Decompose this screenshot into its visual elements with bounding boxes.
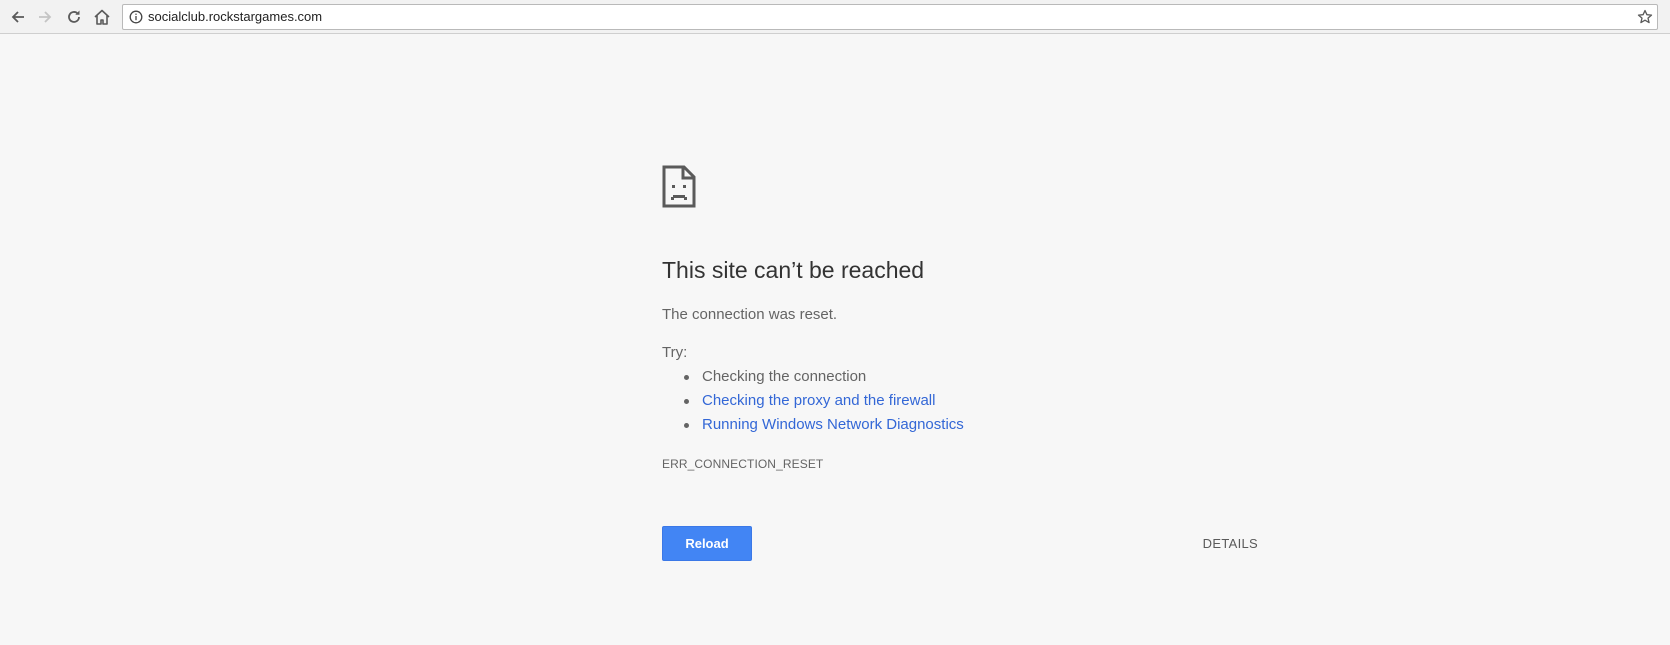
address-bar[interactable]: socialclub.rockstargames.com [122,4,1658,30]
reload-button[interactable]: Reload [662,526,752,561]
suggestion-network-diagnostics-link[interactable]: Running Windows Network Diagnostics [684,413,964,437]
details-button[interactable]: DETAILS [1199,526,1262,561]
suggestion-check-proxy-link[interactable]: Checking the proxy and the firewall [684,389,964,413]
reload-icon [68,10,80,23]
reload-browser-button[interactable] [61,4,87,30]
info-icon[interactable] [129,10,143,24]
error-code: ERR_CONNECTION_RESET [662,457,824,471]
forward-button[interactable] [32,4,58,30]
suggestion-check-connection: Checking the connection [684,365,964,389]
error-message: The connection was reset. [662,306,838,323]
star-icon[interactable] [1637,9,1653,25]
back-arrow-icon [11,11,24,23]
home-button[interactable] [89,4,115,30]
suggestion-list: Checking the connection Checking the pro… [662,365,964,437]
url-text[interactable]: socialclub.rockstargames.com [148,9,322,25]
try-label: Try: [662,344,688,361]
home-icon [94,9,110,25]
browser-toolbar: socialclub.rockstargames.com [0,0,1670,34]
sad-page-icon [662,165,696,208]
back-button[interactable] [5,4,31,30]
error-heading: This site can’t be reached [662,257,925,283]
forward-arrow-icon [39,11,52,23]
